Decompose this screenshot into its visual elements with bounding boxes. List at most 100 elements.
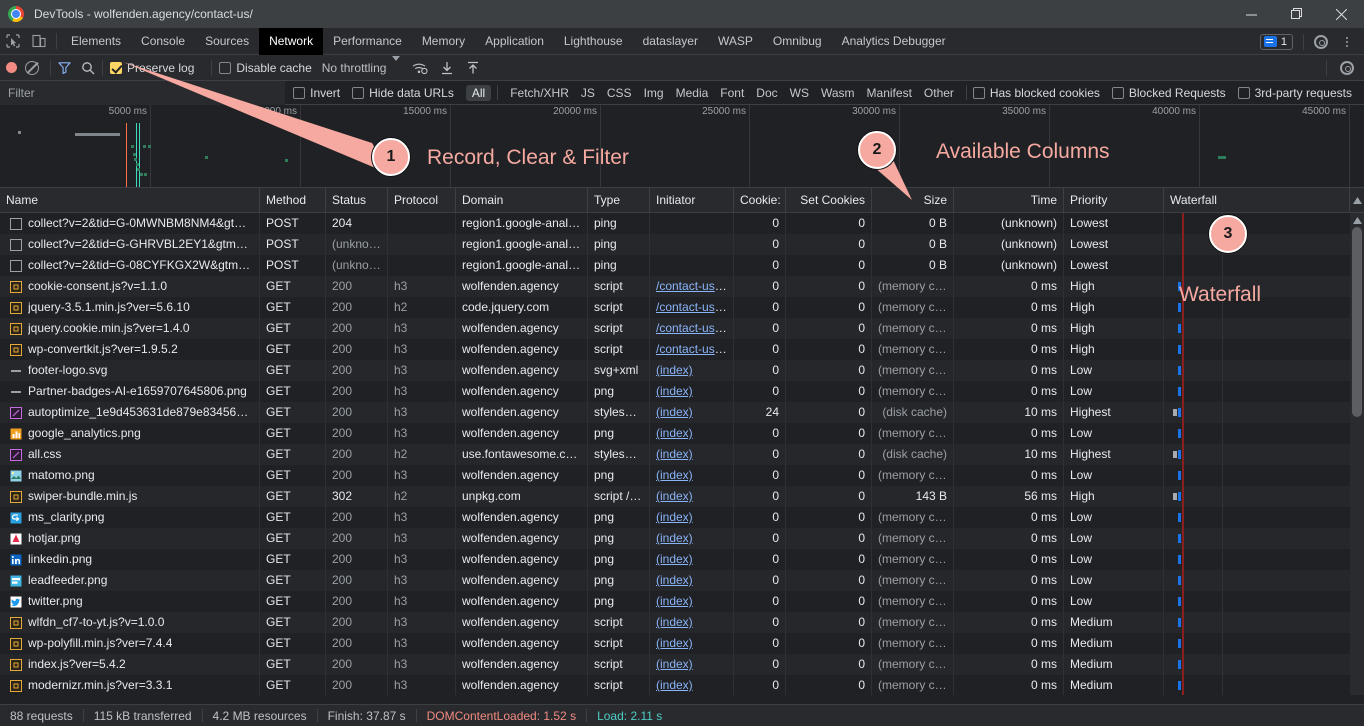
table-row[interactable]: twitter.png GET 200 h3 wolfenden.agency png (i…	[0, 591, 1364, 612]
initiator-link[interactable]: (index)	[656, 468, 693, 482]
table-row[interactable]: google_analytics.png GET 200 h3 wolfenden.ag…	[0, 423, 1364, 444]
third-party-requests-checkbox[interactable]: 3rd-party requests	[1237, 86, 1352, 100]
has-blocked-cookies-checkbox[interactable]: Has blocked cookies	[972, 86, 1100, 100]
gear-icon[interactable]	[1308, 29, 1334, 55]
tab-memory[interactable]: Memory	[412, 28, 475, 55]
filter-type-manifest[interactable]: Manifest	[861, 85, 918, 101]
requests-table-body[interactable]: collect?v=2&tid=G-0MWNBM8NM4&gt… POST 204 r…	[0, 213, 1364, 695]
column-header-domain[interactable]: Domain	[456, 187, 588, 213]
table-row[interactable]: wlfdn_cf7-to-yt.js?v=1.0.0 GET 200 h3 wolfen…	[0, 612, 1364, 633]
close-icon[interactable]	[1319, 0, 1364, 28]
filter-type-css[interactable]: CSS	[601, 85, 638, 101]
filter-type-fetch-xhr[interactable]: Fetch/XHR	[504, 85, 575, 101]
column-header-name[interactable]: Name	[0, 187, 260, 213]
table-row[interactable]: wp-convertkit.js?ver=1.9.5.2 GET 200 h3 wolf…	[0, 339, 1364, 360]
initiator-link[interactable]: (index)	[656, 426, 693, 440]
initiator-link[interactable]: /contact-us/:49	[656, 321, 733, 335]
initiator-link[interactable]: (index)	[656, 363, 693, 377]
column-header-time[interactable]: Time	[954, 187, 1064, 213]
record-button-icon[interactable]	[6, 62, 17, 73]
table-row[interactable]: collect?v=2&tid=G-08CYFKGX2W&gtm=… POST (u…	[0, 255, 1364, 276]
search-icon[interactable]	[81, 61, 95, 75]
initiator-link[interactable]: (index)	[656, 573, 693, 587]
message-count-button[interactable]: 1	[1259, 33, 1293, 50]
initiator-link[interactable]: (index)	[656, 636, 693, 650]
initiator-link[interactable]: (index)	[656, 594, 693, 608]
gear-icon[interactable]	[1334, 55, 1360, 81]
initiator-link[interactable]: (index)	[656, 531, 693, 545]
filter-type-font[interactable]: Font	[714, 85, 750, 101]
inspect-cursor-icon[interactable]	[0, 28, 26, 54]
column-header-initiator[interactable]: Initiator	[650, 187, 734, 213]
initiator-link[interactable]: /contact-us/:55	[656, 342, 733, 356]
initiator-link[interactable]: (index)	[656, 447, 693, 461]
initiator-link[interactable]: (index)	[656, 384, 693, 398]
hide-data-urls-checkbox[interactable]: Hide data URLs	[352, 86, 454, 100]
kebab-menu-icon[interactable]	[1334, 29, 1360, 55]
table-row[interactable]: linkedin.png GET 200 h3 wolfenden.agency png (…	[0, 549, 1364, 570]
tab-elements[interactable]: Elements	[61, 28, 131, 55]
filter-type-other[interactable]: Other	[918, 85, 960, 101]
table-row[interactable]: matomo.png GET 200 h3 wolfenden.agency png (in…	[0, 465, 1364, 486]
tab-console[interactable]: Console	[131, 28, 195, 55]
column-header-protocol[interactable]: Protocol	[388, 187, 456, 213]
table-row[interactable]: ms_clarity.png GET 200 h3 wolfenden.agency pn…	[0, 507, 1364, 528]
table-scrollbar[interactable]	[1350, 213, 1364, 695]
network-conditions-icon[interactable]	[412, 61, 429, 75]
column-header-method[interactable]: Method	[260, 187, 326, 213]
filter-type-doc[interactable]: Doc	[750, 85, 783, 101]
tab-dataslayer[interactable]: dataslayer	[633, 28, 708, 55]
column-header-priority[interactable]: Priority	[1064, 187, 1164, 213]
table-row[interactable]: jquery.cookie.min.js?ver=1.4.0 GET 200 h3 wo…	[0, 318, 1364, 339]
initiator-link[interactable]: (index)	[656, 657, 693, 671]
table-row[interactable]: hotjar.png GET 200 h3 wolfenden.agency png (in…	[0, 528, 1364, 549]
export-har-icon[interactable]	[466, 61, 480, 75]
maximize-icon[interactable]	[1274, 0, 1319, 28]
column-header-setcookies[interactable]: Set Cookies	[786, 187, 872, 213]
filter-input[interactable]	[0, 80, 286, 105]
tab-omnibug[interactable]: Omnibug	[763, 28, 832, 55]
scroll-up-icon[interactable]	[1350, 213, 1364, 227]
initiator-link[interactable]: (index)	[656, 552, 693, 566]
table-row[interactable]: Partner-badges-AI-e1659707645806.png GET 2…	[0, 381, 1364, 402]
import-har-icon[interactable]	[440, 61, 454, 75]
filter-type-js[interactable]: JS	[575, 85, 601, 101]
tab-wasp[interactable]: WASP	[708, 28, 763, 55]
table-row[interactable]: modernizr.min.js?ver=3.3.1 GET 200 h3 wolfen…	[0, 675, 1364, 695]
table-row[interactable]: cookie-consent.js?v=1.1.0 GET 200 h3 wolfend…	[0, 276, 1364, 297]
filter-type-all[interactable]: All	[465, 84, 492, 101]
initiator-link[interactable]: /contact-us/:20	[656, 279, 733, 293]
sort-ascending-icon[interactable]	[1350, 188, 1364, 213]
preserve-log-checkbox[interactable]: Preserve log	[110, 61, 194, 75]
filter-type-media[interactable]: Media	[670, 85, 715, 101]
tab-application[interactable]: Application	[475, 28, 554, 55]
initiator-link[interactable]: (index)	[656, 489, 693, 503]
table-row[interactable]: index.js?ver=5.4.2 GET 200 h3 wolfenden.agen…	[0, 654, 1364, 675]
scrollbar-thumb[interactable]	[1352, 227, 1362, 417]
initiator-link[interactable]: (index)	[656, 615, 693, 629]
table-row[interactable]: footer-logo.svg GET 200 h3 wolfenden.agency s…	[0, 360, 1364, 381]
blocked-requests-checkbox[interactable]: Blocked Requests	[1111, 86, 1226, 100]
column-header-status[interactable]: Status	[326, 187, 388, 213]
invert-checkbox[interactable]: Invert	[293, 86, 340, 100]
tab-sources[interactable]: Sources	[195, 28, 259, 55]
filter-type-ws[interactable]: WS	[784, 85, 815, 101]
filter-type-wasm[interactable]: Wasm	[815, 85, 861, 101]
clear-button-icon[interactable]	[25, 60, 39, 75]
table-row[interactable]: autoptimize_1e9d453631de879e8345614… GET 2…	[0, 402, 1364, 423]
funnel-filter-icon[interactable]	[58, 61, 71, 74]
column-header-waterfall[interactable]: Waterfall	[1164, 187, 1350, 213]
initiator-link[interactable]: (index)	[656, 405, 693, 419]
disable-cache-checkbox[interactable]: Disable cache	[219, 61, 312, 75]
tab-lighthouse[interactable]: Lighthouse	[554, 28, 633, 55]
minimize-icon[interactable]	[1229, 0, 1274, 28]
initiator-link[interactable]: (index)	[656, 678, 693, 692]
tab-performance[interactable]: Performance	[323, 28, 412, 55]
tab-network[interactable]: Network	[259, 27, 324, 55]
tab-analytics-debugger[interactable]: Analytics Debugger	[832, 28, 956, 55]
table-row[interactable]: leadfeeder.png GET 200 h3 wolfenden.agency pn…	[0, 570, 1364, 591]
table-row[interactable]: jquery-3.5.1.min.js?ver=5.6.10 GET 200 h2 co…	[0, 297, 1364, 318]
table-row[interactable]: wp-polyfill.min.js?ver=7.4.4 GET 200 h3 wolf…	[0, 633, 1364, 654]
column-header-size[interactable]: Size	[872, 187, 954, 213]
filter-type-img[interactable]: Img	[638, 85, 670, 101]
